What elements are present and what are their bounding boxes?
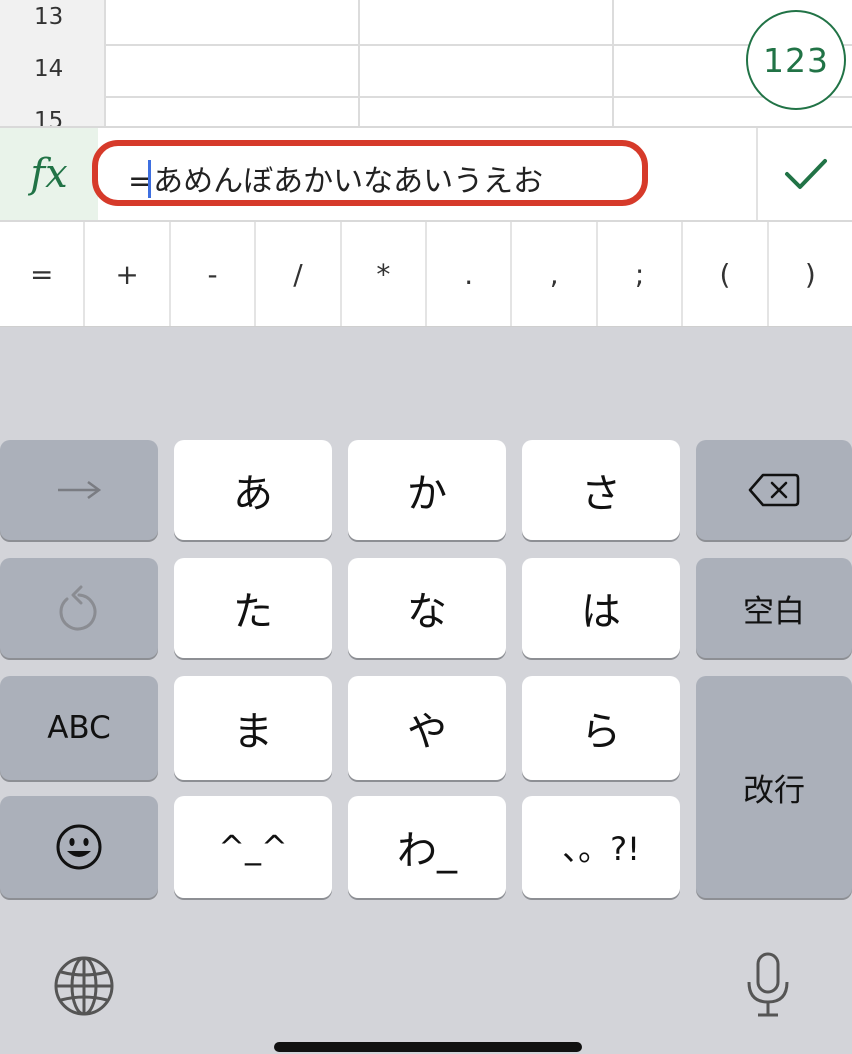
operator-key-close-paren[interactable]: ) <box>769 222 852 326</box>
kana-key-ya[interactable]: や <box>348 676 506 780</box>
abc-key[interactable]: ABC <box>0 676 158 780</box>
column-divider <box>612 0 614 126</box>
operator-key-semicolon[interactable]: ; <box>598 222 684 326</box>
operator-key-period[interactable]: . <box>427 222 513 326</box>
undo-key[interactable] <box>0 558 158 658</box>
row-header[interactable]: 14 <box>0 44 106 96</box>
grid-row[interactable]: 14 <box>0 44 852 98</box>
spreadsheet-grid[interactable]: 13 14 15 123 <box>0 0 852 126</box>
undo-icon <box>59 585 97 631</box>
operator-key-open-paren[interactable]: ( <box>683 222 769 326</box>
globe-icon <box>54 956 114 1016</box>
kaomoji-key[interactable]: ^_^ <box>174 796 332 898</box>
operator-key-equals[interactable]: = <box>0 222 86 326</box>
row-number: 14 <box>34 56 64 82</box>
home-indicator <box>274 1042 582 1052</box>
emoji-key[interactable] <box>0 796 158 898</box>
text-cursor <box>148 160 151 198</box>
confirm-button[interactable] <box>756 128 852 220</box>
row-number: 13 <box>34 4 64 30</box>
kana-key-ta[interactable]: た <box>174 558 332 658</box>
kana-key-a[interactable]: あ <box>174 440 332 540</box>
globe-button[interactable] <box>52 954 116 1018</box>
kana-key-ma[interactable]: ま <box>174 676 332 780</box>
operator-key-divide[interactable]: / <box>256 222 342 326</box>
next-candidate-key[interactable] <box>0 440 158 540</box>
checkmark-icon <box>785 159 827 189</box>
kana-key-sa[interactable]: さ <box>522 440 680 540</box>
arrow-right-icon <box>58 480 102 500</box>
kana-key-ka[interactable]: か <box>348 440 506 540</box>
operator-key-minus[interactable]: - <box>171 222 257 326</box>
formula-input[interactable]: =あめんぼあかいなあいうえお <box>92 140 648 206</box>
microphone-icon <box>747 952 789 1017</box>
fx-icon: fx <box>30 151 68 197</box>
operator-key-multiply[interactable]: * <box>342 222 428 326</box>
operator-key-comma[interactable]: , <box>512 222 598 326</box>
operator-key-plus[interactable]: + <box>85 222 171 326</box>
row-header[interactable]: 15 <box>0 96 106 126</box>
row-number: 15 <box>34 108 64 126</box>
formula-text: =あめんぼあかいなあいうえお <box>128 164 544 199</box>
kana-key-na[interactable]: な <box>348 558 506 658</box>
numeric-keyboard-toggle-button[interactable]: 123 <box>746 10 846 110</box>
kana-key-ha[interactable]: は <box>522 558 680 658</box>
return-key[interactable]: 改行 <box>696 676 852 898</box>
space-key[interactable]: 空白 <box>696 558 852 658</box>
grid-row[interactable]: 13 <box>0 0 852 46</box>
backspace-icon <box>748 473 800 507</box>
column-divider <box>358 0 360 126</box>
operator-bar: = + - / * . , ; ( ) <box>0 222 852 327</box>
punctuation-key[interactable]: 、。?! <box>522 796 680 898</box>
formula-bar: fx =あめんぼあかいなあいうえお <box>0 126 852 222</box>
fx-button[interactable]: fx <box>0 128 98 220</box>
emoji-icon <box>56 824 102 870</box>
grid-row[interactable]: 15 <box>0 96 852 126</box>
row-header[interactable]: 13 <box>0 0 106 44</box>
kana-key-ra[interactable]: ら <box>522 676 680 780</box>
kana-key-wa[interactable]: わ_ <box>348 796 506 898</box>
backspace-key[interactable] <box>696 440 852 540</box>
dictation-button[interactable] <box>740 950 796 1020</box>
